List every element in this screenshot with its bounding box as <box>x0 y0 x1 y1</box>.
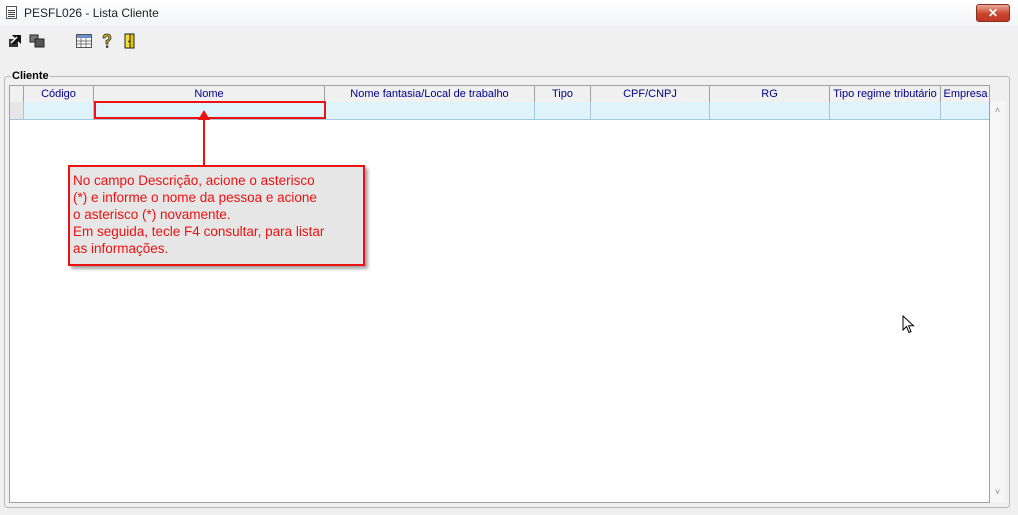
scroll-up-arrow-icon[interactable]: ˄ <box>990 103 1005 118</box>
column-header-tipo[interactable]: Tipo <box>535 86 591 102</box>
title-bar: PESFL026 - Lista Cliente ✕ <box>0 0 1018 27</box>
nome-fantasia-cell[interactable] <box>325 102 535 119</box>
grid-table-icon[interactable] <box>76 33 92 49</box>
column-header-codigo[interactable]: Código <box>24 86 94 102</box>
vertical-scrollbar[interactable]: ˄ ˅ <box>990 101 1005 502</box>
tipo-regime-cell[interactable] <box>830 102 941 119</box>
column-header-nome[interactable]: Nome <box>94 86 325 102</box>
cpf-cnpj-cell[interactable] <box>591 102 710 119</box>
rg-cell[interactable] <box>710 102 830 119</box>
exit-door-icon[interactable] <box>122 33 138 49</box>
row-indicator-cell[interactable] <box>10 102 24 119</box>
windows-stack-icon[interactable] <box>29 33 45 49</box>
window-title: PESFL026 - Lista Cliente <box>24 6 159 20</box>
group-label: Cliente <box>11 70 50 82</box>
client-grid[interactable]: Código Nome Nome fantasia/Local de traba… <box>9 85 990 503</box>
column-header-rg[interactable]: RG <box>710 86 830 102</box>
mouse-cursor-icon <box>902 314 915 337</box>
tipo-cell[interactable] <box>535 102 591 119</box>
column-header-tipo-regime[interactable]: Tipo regime tributário <box>830 86 941 102</box>
codigo-cell[interactable] <box>24 102 94 119</box>
instruction-callout: No campo Descrição, acione o asterisco (… <box>68 165 365 266</box>
column-header-empresa[interactable]: Empresa <box>941 86 989 102</box>
callout-arrow-icon <box>198 110 210 120</box>
nome-field-highlight <box>94 101 326 119</box>
toolbar <box>0 26 1018 54</box>
row-indicator-header <box>10 86 24 102</box>
callout-pointer-line <box>203 119 205 165</box>
column-header-nome-fantasia[interactable]: Nome fantasia/Local de trabalho <box>325 86 535 102</box>
empresa-cell[interactable] <box>941 102 989 119</box>
help-question-icon[interactable] <box>99 33 115 49</box>
scroll-down-arrow-icon[interactable]: ˅ <box>990 485 1005 500</box>
export-arrow-icon[interactable] <box>7 33 23 49</box>
document-icon <box>6 6 17 19</box>
column-header-cpf-cnpj[interactable]: CPF/CNPJ <box>591 86 710 102</box>
close-button[interactable]: ✕ <box>976 4 1010 22</box>
